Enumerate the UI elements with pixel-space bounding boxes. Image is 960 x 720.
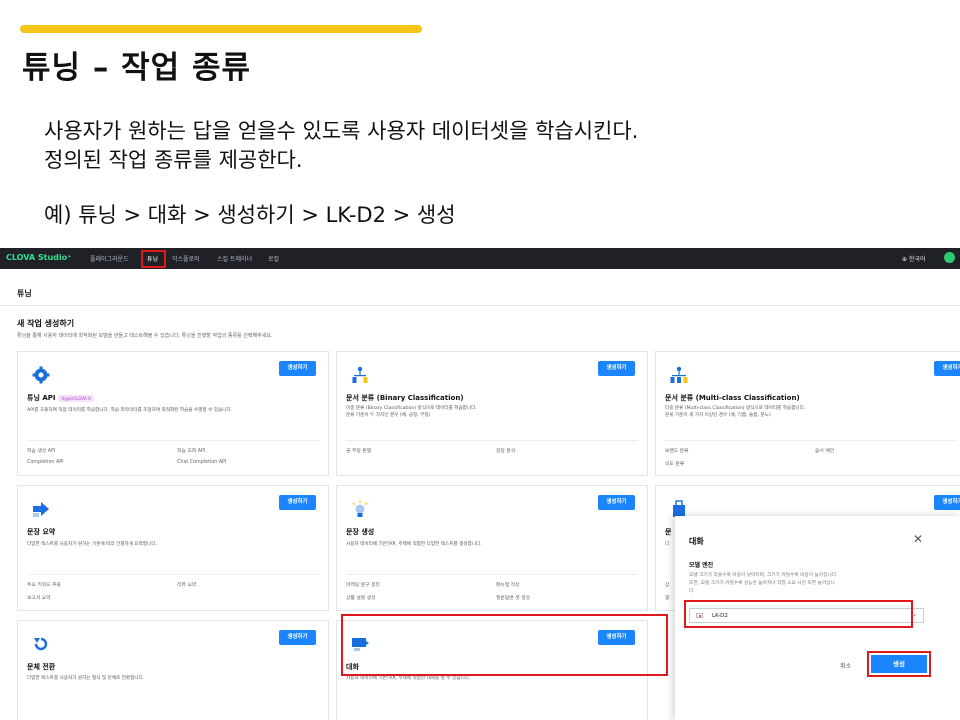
card-title-text: 튜닝 API (27, 394, 56, 402)
card-style-transform: 생성하기 문체 전환 다양한 텍스트를 사용자가 원하는 형식 및 문체로 전환… (17, 620, 329, 720)
card-divider (346, 574, 638, 575)
card-divider (27, 574, 319, 575)
card-multiclass-classification: 생성하기 문서 분류 (Multi-class Classification) … (655, 351, 960, 476)
model-engine-help-line-2: 또한, 모델 크기가 커질수록 성능은 높아지나 작업 소요 시간 또한 늘어납… (689, 581, 835, 586)
card-description: 이중 분류 (Binary Classification) 방식으로 데이터를 … (346, 406, 477, 411)
card-divider (27, 440, 319, 441)
slide-title: 튜닝 – 작업 종류 (22, 50, 251, 86)
link-marketing-copy[interactable]: 마케팅 문구 정킹 (346, 581, 380, 588)
gear-icon (32, 366, 50, 384)
card-link[interactable]: 광 (665, 594, 669, 601)
card-title: 문서 분류 (Multi-class Classification) (665, 394, 800, 402)
link-training-create-api[interactable]: 학습 생성 API (27, 447, 55, 454)
section-description: 튜닝을 통해 사용자 데이터에 최적화된 모델을 만들고 테스트해볼 수 있습니… (17, 333, 273, 339)
model-engine-help-line-1: 모델 크기가 작을수록 비용이 낮아지며, 크기가 커질수록 비용이 높아집니다… (689, 573, 838, 578)
user-avatar[interactable] (944, 252, 955, 263)
link-product-description[interactable]: 상품 설명 생성 (346, 594, 376, 601)
card-description-example: 분류 기준이 두 가지인 경우 (예, 긍정, 부정) (346, 413, 431, 418)
close-icon[interactable]: ✕ (913, 532, 923, 546)
link-report-summary[interactable]: 보고서 요약 (27, 594, 51, 601)
card-description: 다 (665, 542, 670, 547)
title-accent-bar (20, 25, 422, 33)
card-title: 문 (665, 528, 672, 536)
card-summarization: 생성하기 문장 요약 다양한 텍스트를 사용자가 원하는 기준에 따라 간결하게… (17, 485, 329, 611)
card-description: 다양한 텍스트를 사용자가 원하는 기준에 따라 간결하게 요약합니다. (27, 542, 158, 547)
nav-local[interactable]: 로컬 (268, 254, 279, 263)
chat-create-modal: 대화 ✕ 모델 엔진 모델 크기가 작을수록 비용이 낮아지며, 크기가 커질수… (675, 516, 960, 720)
model-engine-help-line-3: 다. (689, 589, 695, 594)
create-multiclass-classification-button[interactable]: 생성하기 (934, 361, 960, 376)
hierarchy-icon (670, 366, 688, 383)
create-button-highlight-box (867, 651, 931, 677)
card-divider (346, 440, 638, 441)
card-description: 다중 분류 (Multi-class Classification) 방식으로 … (665, 406, 806, 411)
link-intent-classification[interactable]: 의도 분류 (665, 460, 684, 467)
nav-explorer[interactable]: 익스플로러 (172, 254, 200, 263)
engine-select-highlight-box (684, 600, 913, 628)
link-review-summary[interactable]: 리뷰 요약 (177, 581, 196, 588)
card-generation: 생성하기 문장 생성 사용자 데이터에 기반하여, 주제에 적합한 다양한 텍스… (336, 485, 648, 611)
slide-description-line-2: 정의된 작업 종류를 제공한다. (44, 148, 303, 172)
create-summarization-button[interactable]: 생성하기 (279, 495, 316, 510)
card-description: 사용자 데이터에 기반하여, 주제에 적합한 대화를 할 수 있습니다. (346, 676, 471, 681)
card-divider (665, 440, 957, 441)
card-tuning-api: 생성하기 튜닝 API HyperCLOVA X API를 호출하여 직접 데이터… (17, 351, 329, 476)
hierarchy-icon (352, 366, 368, 383)
tuning-highlight-box (141, 250, 166, 268)
link-qa-set-generation[interactable]: 질문답변 셋 생성 (496, 594, 530, 601)
header-divider (0, 305, 960, 306)
nav-playground[interactable]: 플레이그라운드 (90, 254, 129, 263)
link-keyword-extraction[interactable]: 주요 키워드 추출 (27, 581, 61, 588)
link-training-query-api[interactable]: 학습 조회 API (177, 447, 205, 454)
slide-example-path: 예) 튜닝 > 대화 > 생성하기 > LK-D2 > 생성 (44, 203, 456, 227)
hyperclova-badge: HyperCLOVA X (58, 394, 94, 402)
clova-studio-screenshot: CLOVA Studio⁺ 플레이그라운드 튜닝 익스플로러 스킬 트레이너 로… (0, 248, 960, 720)
card-title: 문장 생성 (346, 528, 375, 536)
create-style-transform-button[interactable]: 생성하기 (279, 630, 316, 645)
nav-skill-trainer[interactable]: 스킬 트레이너 (217, 254, 252, 263)
card-description-example: 분류 기준이 세 가지 이상인 경우 (예, 기쁨, 슬픔, 분노) (665, 413, 771, 418)
cancel-button[interactable]: 취소 (840, 661, 851, 670)
modal-title: 대화 (689, 537, 704, 546)
chat-card-highlight-box (341, 614, 668, 676)
lightbulb-icon (352, 500, 368, 517)
rotate-icon (34, 637, 48, 651)
card-description: 사용자 데이터에 기반하여, 주제에 적합한 다양한 텍스트를 생성합니다. (346, 542, 482, 547)
link-sentiment-judgement[interactable]: 긍 부정 판별 (346, 447, 371, 454)
link-emotion-analysis[interactable]: 감정 분석 (496, 447, 515, 454)
link-completion-api[interactable]: Completion API (27, 460, 64, 465)
create-generation-button[interactable]: 생성하기 (598, 495, 635, 510)
card-title: 문장 요약 (27, 528, 56, 536)
arrow-right-icon (33, 502, 49, 517)
link-brand-classification[interactable]: 브랜드 분류 (665, 447, 689, 454)
create-partial-card-button[interactable]: 생성하기 (934, 495, 960, 510)
card-title: 문서 분류 (Binary Classification) (346, 394, 464, 402)
language-selector[interactable]: ⊕ 한국어 (902, 254, 926, 263)
card-description: API를 호출하여 직접 데이터를 학습합니다. 학습 파라미터를 조정하여 최… (27, 408, 233, 413)
section-title: 새 작업 생성하기 (17, 319, 75, 328)
link-manual-writing[interactable]: 매뉴얼 작성 (496, 581, 520, 588)
slide-description-line-1: 사용자가 원하는 답을 얻을수 있도록 사용자 데이터셋을 학습시킨다. (44, 119, 639, 143)
link-chat-completion-api[interactable]: Chat Completion API (177, 460, 226, 465)
card-binary-classification: 생성하기 문서 분류 (Binary Classification) 이중 분류… (336, 351, 648, 476)
card-title: 문체 전환 (27, 663, 56, 671)
create-binary-classification-button[interactable]: 생성하기 (598, 361, 635, 376)
breadcrumb: 튜닝 (17, 289, 32, 298)
clova-studio-logo[interactable]: CLOVA Studio⁺ (6, 253, 71, 262)
card-link[interactable]: 상 (665, 581, 669, 588)
model-engine-label: 모델 엔진 (689, 562, 714, 569)
link-music-prediction[interactable]: 음서 예언 (815, 447, 834, 454)
card-title: 튜닝 API HyperCLOVA X (27, 393, 94, 403)
create-tuning-api-button[interactable]: 생성하기 (279, 361, 316, 376)
card-description: 다양한 텍스트를 사용자가 원하는 형식 및 문체로 전환합니다. (27, 676, 145, 681)
